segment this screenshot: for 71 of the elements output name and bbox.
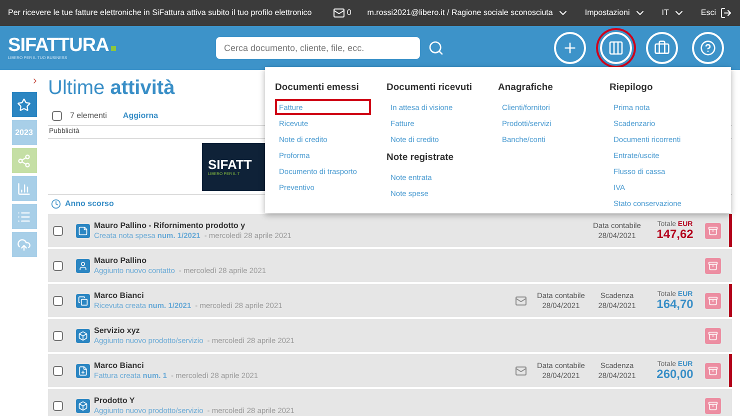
file-plus-icon bbox=[76, 364, 90, 378]
row-checkbox[interactable] bbox=[53, 260, 63, 270]
archive-icon bbox=[708, 330, 718, 340]
archive-icon bbox=[708, 366, 718, 376]
archive-button[interactable] bbox=[705, 258, 721, 274]
sidebar-button[interactable] bbox=[12, 92, 36, 117]
menu-heading: Documenti ricevuti bbox=[386, 81, 474, 95]
messages-button[interactable]: 0 bbox=[332, 7, 352, 19]
search-field[interactable]: Cerca documento, cliente, file, ecc. bbox=[216, 37, 420, 59]
archive-icon bbox=[708, 226, 718, 236]
archive-button[interactable] bbox=[705, 328, 721, 344]
total-amount: 147,62 bbox=[656, 228, 694, 240]
refresh-link[interactable]: Aggiorna bbox=[122, 110, 158, 122]
star-icon bbox=[17, 98, 31, 112]
cloud-upload-icon bbox=[17, 238, 31, 252]
total-amount: 164,70 bbox=[656, 298, 694, 310]
archive-icon bbox=[708, 296, 718, 306]
row-title: Mauro Pallino bbox=[94, 256, 148, 266]
select-all-checkbox[interactable] bbox=[52, 110, 62, 120]
page-title: Ultime attività bbox=[48, 78, 175, 98]
item-count: 7 elementi bbox=[70, 110, 107, 122]
columns-icon bbox=[608, 40, 624, 56]
box-icon bbox=[76, 328, 90, 342]
plus-icon bbox=[562, 40, 578, 56]
settings-menu[interactable]: Impostazioni bbox=[584, 7, 646, 19]
total-amount: 260,00 bbox=[656, 368, 694, 380]
row-title: Servizio xyz bbox=[94, 326, 141, 336]
row-checkbox[interactable] bbox=[53, 400, 63, 410]
search-button[interactable] bbox=[428, 40, 444, 56]
clock-icon bbox=[51, 198, 61, 208]
row-title: Marco Bianci bbox=[94, 360, 145, 371]
search-icon bbox=[428, 40, 444, 56]
header-action-button[interactable] bbox=[554, 32, 586, 64]
row-checkbox[interactable] bbox=[53, 330, 63, 340]
help-icon bbox=[700, 40, 716, 56]
box-icon bbox=[76, 398, 90, 412]
archive-icon bbox=[708, 260, 718, 270]
notice-text: Per ricevere le tue fatture elettroniche in SiFattura attiva subito il tuo profilo elettronico bbox=[8, 7, 312, 19]
row-title: Mauro Pallino - Rifornimento prodotto y bbox=[94, 220, 246, 231]
row-title: Marco Bianci bbox=[94, 290, 145, 301]
menu-heading: Riepilogo bbox=[610, 81, 654, 95]
copy-icon bbox=[76, 294, 90, 308]
menu-heading: Note registrate bbox=[386, 151, 455, 166]
group-heading: Anno scorso bbox=[65, 198, 114, 210]
row-title: Prodotto Y bbox=[94, 396, 136, 406]
mail-icon bbox=[332, 7, 345, 19]
logout-icon bbox=[720, 7, 732, 19]
sidebar-button[interactable]: 2023 bbox=[12, 120, 36, 145]
person-icon bbox=[76, 258, 90, 272]
account-menu[interactable]: m.rossi2021@libero.it / Ragione sociale sconosciuta bbox=[367, 7, 569, 19]
archive-icon bbox=[708, 400, 718, 410]
menu-heading: Anagrafiche bbox=[498, 81, 554, 95]
archive-button[interactable] bbox=[705, 398, 721, 414]
logout-button[interactable]: Esci bbox=[700, 7, 732, 19]
bar-chart-icon bbox=[17, 182, 31, 196]
archive-button[interactable] bbox=[705, 222, 721, 238]
share-icon bbox=[17, 154, 31, 168]
logo: SIFATTURA bbox=[8, 36, 208, 55]
row-checkbox[interactable] bbox=[53, 296, 63, 306]
language-menu[interactable]: IT bbox=[662, 7, 685, 19]
row-checkbox[interactable] bbox=[53, 366, 63, 376]
row-checkbox[interactable] bbox=[53, 226, 63, 236]
menu-heading: Documenti emessi bbox=[275, 81, 360, 95]
list-icon bbox=[17, 210, 31, 224]
header-action-button[interactable] bbox=[692, 32, 724, 64]
briefcase-icon bbox=[654, 40, 670, 56]
archive-button[interactable] bbox=[705, 292, 721, 308]
header-action-button[interactable] bbox=[646, 32, 678, 64]
archive-button[interactable] bbox=[705, 362, 721, 378]
ad-logo: SIFATT bbox=[208, 158, 253, 170]
note-icon bbox=[76, 224, 90, 238]
